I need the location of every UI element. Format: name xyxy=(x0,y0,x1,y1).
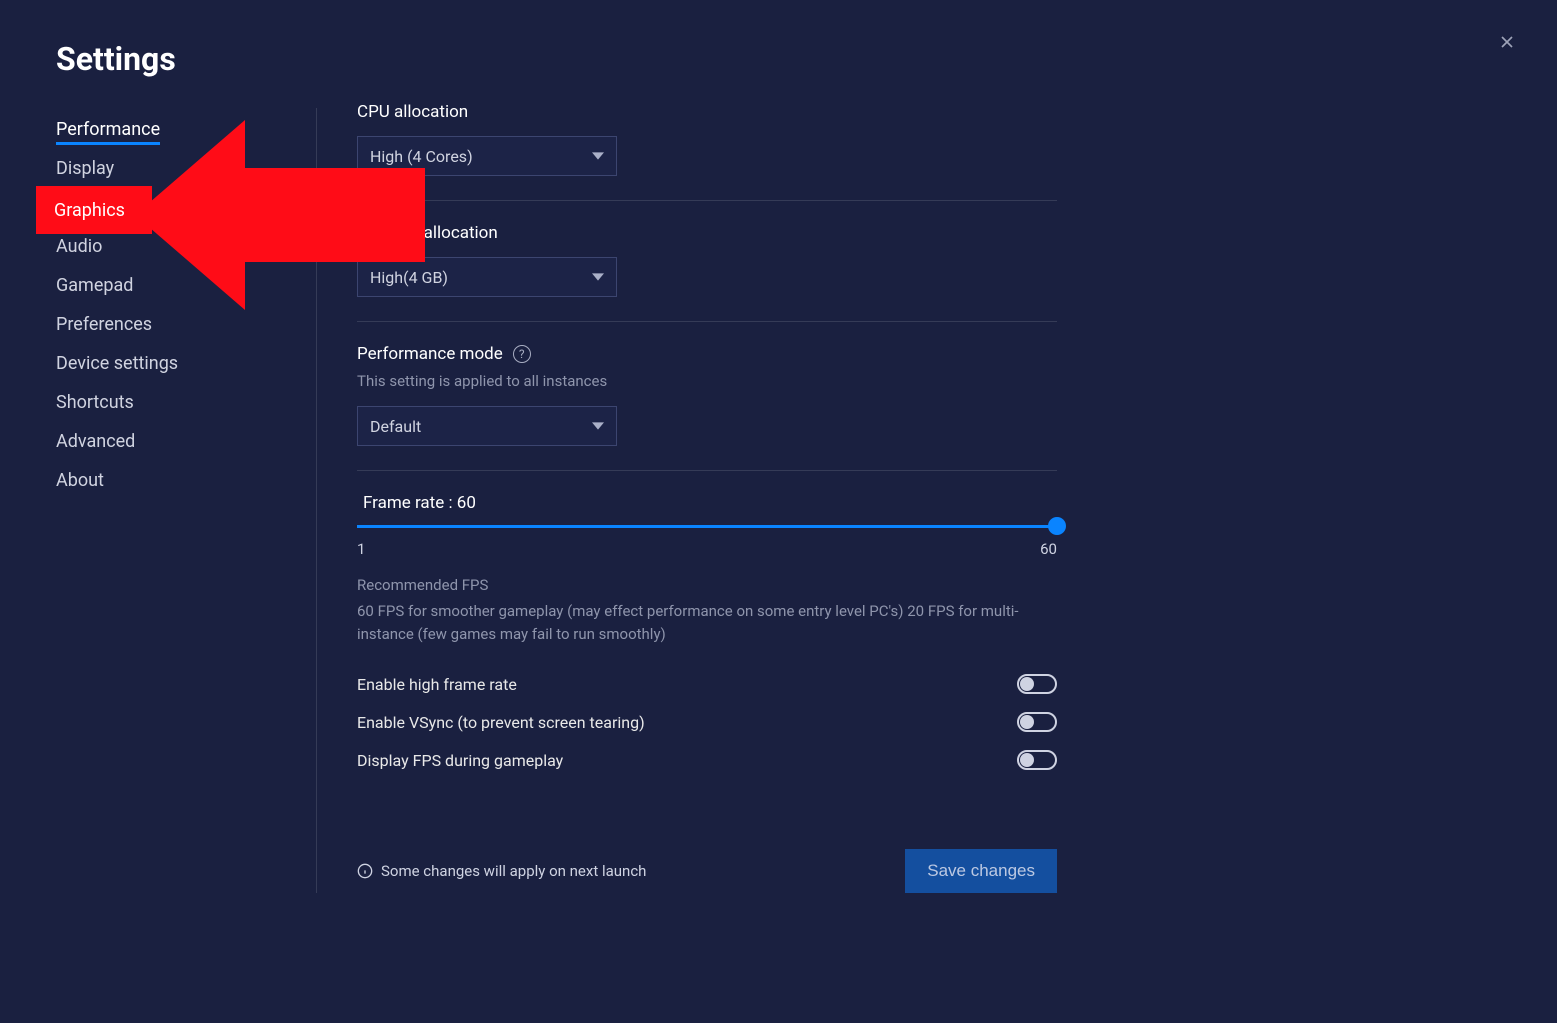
close-button[interactable] xyxy=(1493,28,1521,56)
toggle-knob xyxy=(1020,715,1034,729)
sidebar-item-advanced[interactable]: Advanced xyxy=(56,422,135,461)
page-title: Settings xyxy=(56,40,1501,78)
annotation-highlight-box: Graphics xyxy=(36,186,152,234)
sidebar-item-label: About xyxy=(56,470,104,491)
help-icon[interactable]: ? xyxy=(513,345,531,363)
enable-vsync-label: Enable VSync (to prevent screen tearing) xyxy=(357,713,645,732)
chevron-down-icon xyxy=(592,268,604,287)
performance-mode-label: Performance mode ? xyxy=(357,344,1057,364)
sidebar-item-shortcuts[interactable]: Shortcuts xyxy=(56,383,134,422)
cpu-allocation-select[interactable]: High (4 Cores) xyxy=(357,136,617,176)
toggle-knob xyxy=(1020,677,1034,691)
slider-thumb[interactable] xyxy=(1048,517,1066,535)
enable-high-frame-rate-toggle[interactable] xyxy=(1017,674,1057,694)
select-value: High (4 Cores) xyxy=(370,147,473,166)
select-value: High(4 GB) xyxy=(370,268,448,287)
display-fps-label: Display FPS during gameplay xyxy=(357,751,563,770)
sidebar-item-display[interactable]: Display xyxy=(56,149,114,188)
select-value: Default xyxy=(370,417,421,436)
recommended-fps-title: Recommended FPS xyxy=(357,576,1057,594)
info-icon xyxy=(357,863,373,879)
slider-max-label: 60 xyxy=(1040,540,1057,558)
sidebar-item-label: Shortcuts xyxy=(56,392,134,413)
enable-vsync-toggle[interactable] xyxy=(1017,712,1057,732)
sidebar-item-preferences[interactable]: Preferences xyxy=(56,305,152,344)
sidebar-item-gamepad[interactable]: Gamepad xyxy=(56,266,133,305)
chevron-down-icon xyxy=(592,417,604,436)
toggle-knob xyxy=(1020,753,1034,767)
annotation-highlight-label: Graphics xyxy=(54,200,125,221)
memory-allocation-select[interactable]: High(4 GB) xyxy=(357,257,617,297)
chevron-down-icon xyxy=(592,147,604,166)
slider-track xyxy=(357,525,1057,528)
close-icon xyxy=(1497,32,1517,52)
sidebar-item-label: Device settings xyxy=(56,353,178,374)
sidebar-item-label: Display xyxy=(56,158,114,179)
enable-high-frame-rate-label: Enable high frame rate xyxy=(357,675,517,694)
cpu-allocation-label: CPU allocation xyxy=(357,102,1057,122)
frame-rate-label: Frame rate : 60 xyxy=(363,493,1057,513)
sidebar-item-device-settings[interactable]: Device settings xyxy=(56,344,178,383)
footer-note: Some changes will apply on next launch xyxy=(357,862,646,880)
performance-mode-subtext: This setting is applied to all instances xyxy=(357,372,1057,390)
sidebar-item-label: Audio xyxy=(56,236,102,257)
sidebar-item-performance[interactable]: Performance xyxy=(56,110,160,149)
sidebar-item-label: Preferences xyxy=(56,314,152,335)
sidebar-item-label: Gamepad xyxy=(56,275,133,296)
settings-content: CPU allocation High (4 Cores) Memory all… xyxy=(317,102,1057,893)
sidebar-item-label: Advanced xyxy=(56,431,135,452)
memory-allocation-label: Memory allocation xyxy=(357,223,1057,243)
performance-mode-select[interactable]: Default xyxy=(357,406,617,446)
save-changes-button[interactable]: Save changes xyxy=(905,849,1057,893)
frame-rate-slider[interactable] xyxy=(357,525,1057,528)
recommended-fps-body: 60 FPS for smoother gameplay (may effect… xyxy=(357,600,1057,645)
sidebar-item-label: Performance xyxy=(56,119,160,145)
slider-min-label: 1 xyxy=(357,540,365,558)
sidebar-item-about[interactable]: About xyxy=(56,461,104,500)
display-fps-toggle[interactable] xyxy=(1017,750,1057,770)
